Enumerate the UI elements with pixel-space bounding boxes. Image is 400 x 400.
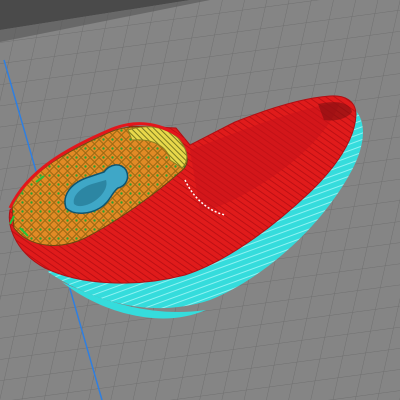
scene-canvas[interactable]: [0, 0, 400, 400]
3d-viewport[interactable]: [0, 0, 400, 400]
